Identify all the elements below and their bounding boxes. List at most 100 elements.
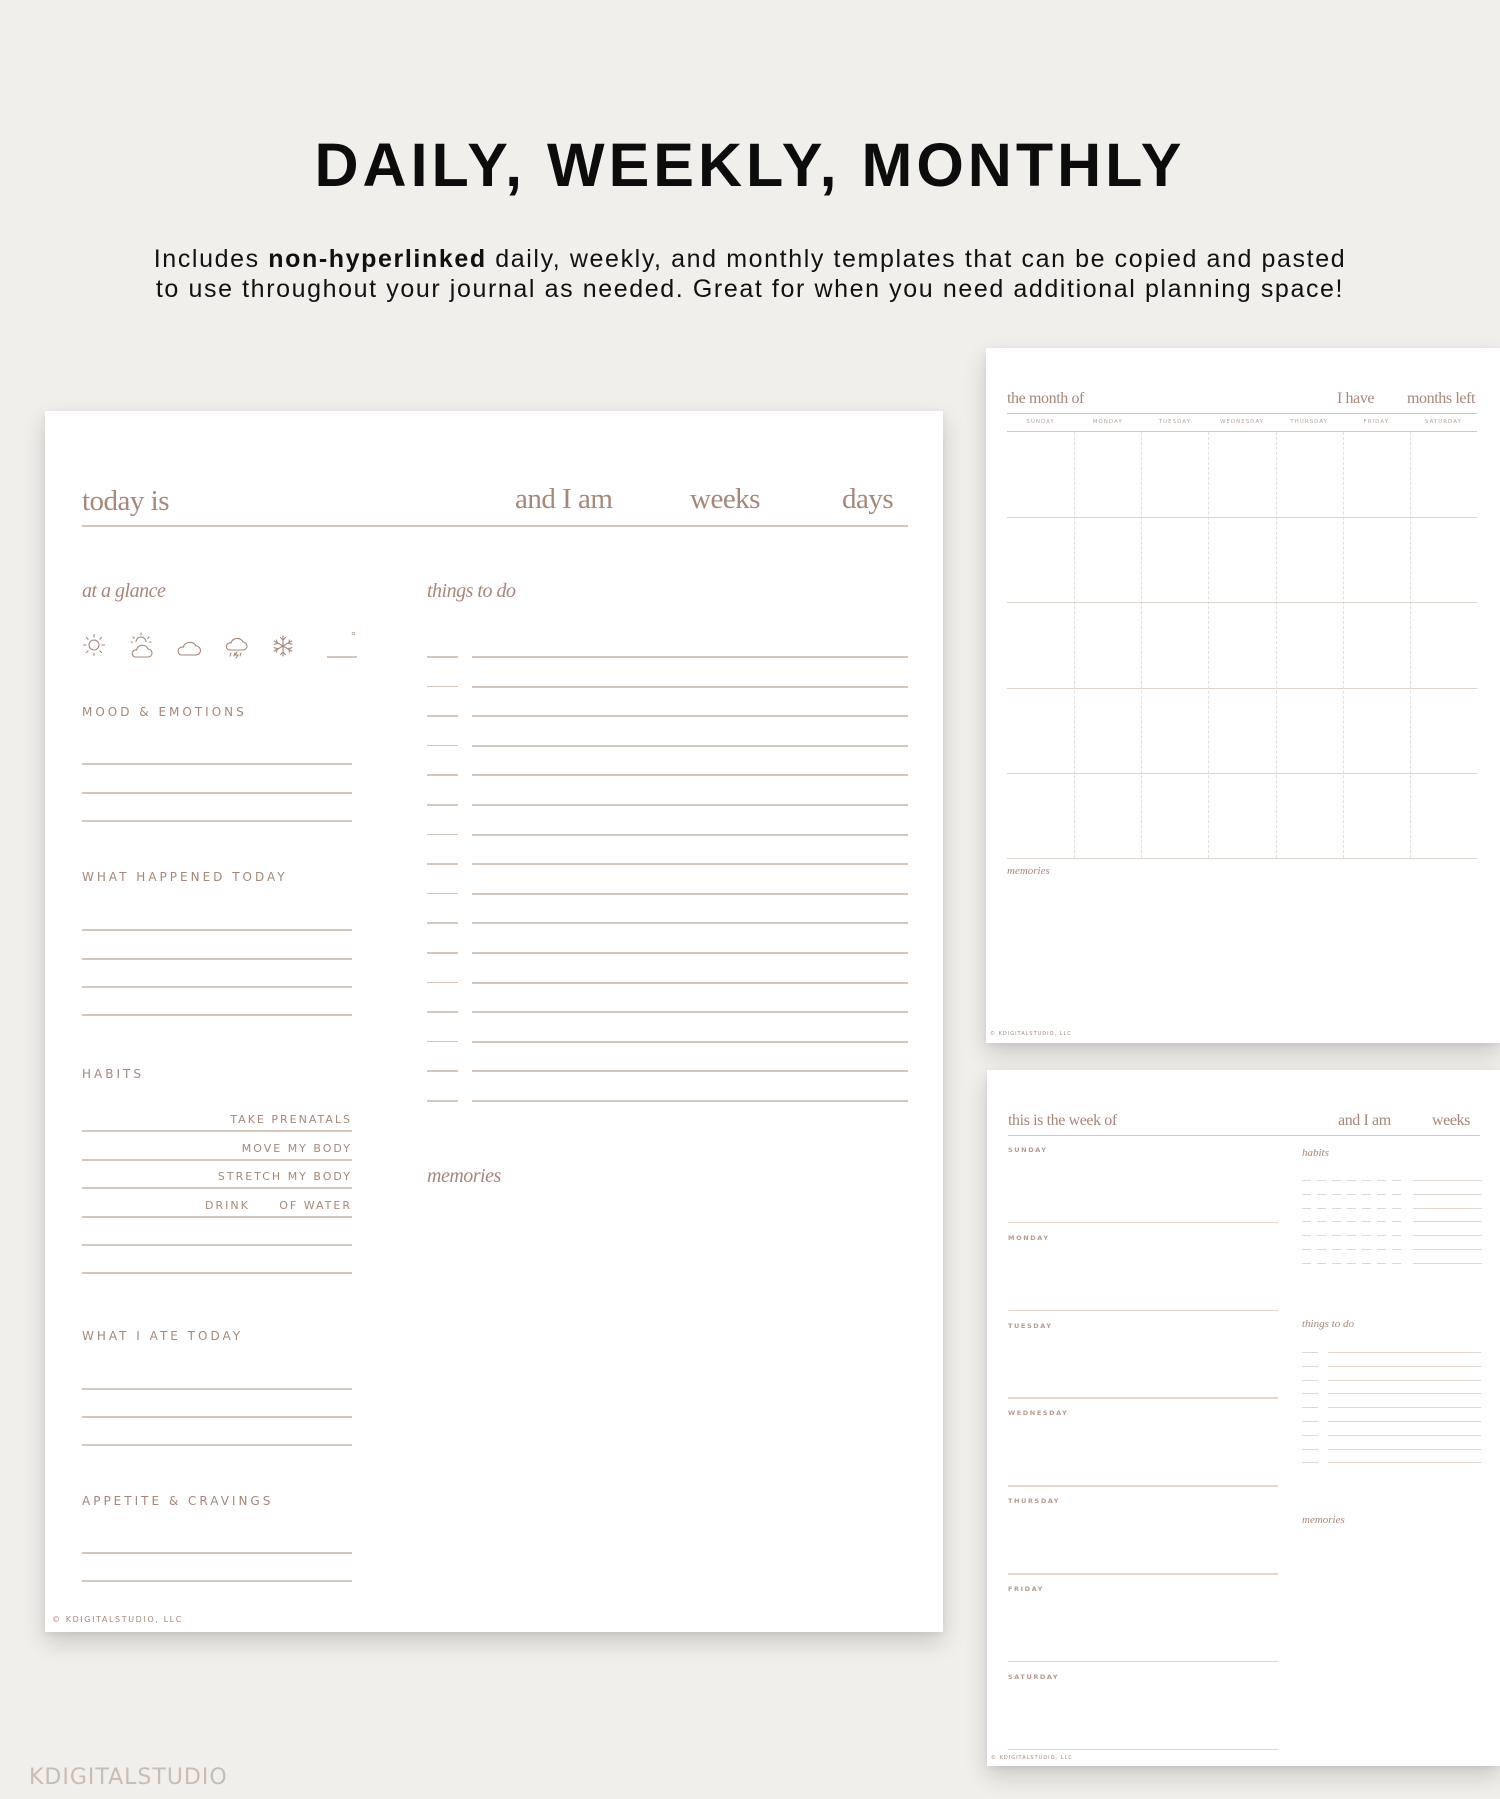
habit-check-dash[interactable] <box>1302 1235 1311 1237</box>
snowflake-icon[interactable] <box>272 635 294 657</box>
calendar-day-cell[interactable] <box>1343 602 1410 687</box>
todo-write-line[interactable] <box>1328 1407 1481 1409</box>
habit-check-dash[interactable] <box>1362 1193 1371 1195</box>
habit-check-dash[interactable] <box>1302 1180 1311 1181</box>
todo-write-line[interactable] <box>1328 1379 1481 1381</box>
weekday-notes-area[interactable] <box>1008 1419 1278 1493</box>
todo-checkbox-dash[interactable] <box>427 715 458 717</box>
calendar-day-cell[interactable] <box>1074 517 1141 602</box>
habit-name-line[interactable] <box>1413 1235 1482 1237</box>
todo-checkbox-dash[interactable] <box>1302 1379 1318 1381</box>
happened-write-line[interactable] <box>82 929 352 931</box>
habit-check-dash[interactable] <box>1362 1235 1371 1237</box>
calendar-day-cell[interactable] <box>1007 517 1074 602</box>
todo-checkbox-dash[interactable] <box>427 774 458 776</box>
calendar-day-cell[interactable] <box>1410 602 1477 687</box>
habit-check-dash[interactable] <box>1347 1180 1356 1181</box>
habit-check-dash[interactable] <box>1362 1207 1371 1209</box>
todo-checkbox-dash[interactable] <box>1302 1407 1318 1409</box>
weekday-notes-area[interactable] <box>1008 1156 1278 1230</box>
habit-name-line[interactable] <box>1413 1249 1482 1250</box>
todo-checkbox-dash[interactable] <box>427 863 458 865</box>
habit-check-dash[interactable] <box>1392 1262 1401 1264</box>
todo-write-line[interactable] <box>472 1070 908 1073</box>
happened-write-line[interactable] <box>82 986 352 988</box>
calendar-day-cell[interactable] <box>1276 773 1343 858</box>
habit-check-dash[interactable] <box>1362 1249 1371 1250</box>
habit-check-dash[interactable] <box>1302 1262 1311 1264</box>
habit-check-dash[interactable] <box>1347 1262 1356 1264</box>
calendar-day-cell[interactable] <box>1141 688 1208 773</box>
habit-name-line[interactable] <box>1413 1207 1482 1209</box>
habit-check-dash[interactable] <box>1332 1207 1341 1209</box>
calendar-day-cell[interactable] <box>1208 432 1275 517</box>
calendar-day-cell[interactable] <box>1343 688 1410 773</box>
weekday-notes-area[interactable] <box>1008 1244 1278 1318</box>
todo-write-line[interactable] <box>1328 1393 1481 1395</box>
calendar-day-cell[interactable] <box>1007 432 1074 517</box>
weekday-notes-area[interactable] <box>1008 1332 1278 1406</box>
todo-checkbox-dash[interactable] <box>1302 1462 1318 1464</box>
sun-icon[interactable] <box>82 633 106 657</box>
calendar-day-cell[interactable] <box>1007 602 1074 687</box>
memories-area[interactable] <box>1302 1532 1480 1732</box>
calendar-day-cell[interactable] <box>1074 688 1141 773</box>
habit-check-dash[interactable] <box>1362 1221 1371 1223</box>
habit-check-dash[interactable] <box>1317 1180 1326 1181</box>
habit-check-dash[interactable] <box>1347 1193 1356 1195</box>
habit-write-line[interactable] <box>82 1159 352 1161</box>
habit-check-dash[interactable] <box>1392 1249 1401 1250</box>
calendar-day-cell[interactable] <box>1007 688 1074 773</box>
calendar-day-cell[interactable] <box>1410 688 1477 773</box>
habit-write-line[interactable] <box>82 1244 352 1246</box>
happened-write-line[interactable] <box>82 1014 352 1016</box>
habit-check-dash[interactable] <box>1302 1193 1311 1195</box>
mood-write-line[interactable] <box>82 792 352 794</box>
todo-checkbox-dash[interactable] <box>1302 1421 1318 1422</box>
habit-check-dash[interactable] <box>1377 1235 1386 1237</box>
happened-write-line[interactable] <box>82 958 352 960</box>
calendar-day-cell[interactable] <box>1276 517 1343 602</box>
todo-checkbox-dash[interactable] <box>1302 1448 1318 1450</box>
habit-check-dash[interactable] <box>1317 1262 1326 1264</box>
memories-area[interactable] <box>427 1201 908 1581</box>
appetite-write-line[interactable] <box>82 1552 352 1554</box>
todo-checkbox-dash[interactable] <box>427 981 458 984</box>
appetite-write-line[interactable] <box>82 1580 352 1582</box>
habit-write-line[interactable] <box>82 1216 352 1218</box>
habit-check-dash[interactable] <box>1377 1249 1386 1250</box>
ate-write-line[interactable] <box>82 1444 352 1446</box>
ate-write-line[interactable] <box>82 1416 352 1418</box>
habit-check-dash[interactable] <box>1347 1249 1356 1250</box>
habit-check-dash[interactable] <box>1317 1235 1326 1237</box>
todo-write-line[interactable] <box>1328 1365 1481 1367</box>
calendar-day-cell[interactable] <box>1208 517 1275 602</box>
storm-icon[interactable] <box>224 636 248 660</box>
habit-check-dash[interactable] <box>1347 1221 1356 1223</box>
calendar-day-cell[interactable] <box>1074 432 1141 517</box>
habit-name-line[interactable] <box>1413 1193 1482 1195</box>
todo-write-line[interactable] <box>472 804 908 806</box>
partly-cloudy-icon[interactable] <box>128 631 154 659</box>
calendar-day-cell[interactable] <box>1141 602 1208 687</box>
habit-check-dash[interactable] <box>1392 1221 1401 1223</box>
calendar-day-cell[interactable] <box>1343 432 1410 517</box>
calendar-day-cell[interactable] <box>1208 773 1275 858</box>
temperature-field[interactable] <box>327 656 357 658</box>
todo-write-line[interactable] <box>1328 1421 1481 1422</box>
todo-write-line[interactable] <box>472 922 908 925</box>
todo-write-line[interactable] <box>472 774 908 777</box>
todo-write-line[interactable] <box>472 685 908 688</box>
calendar-day-cell[interactable] <box>1074 773 1141 858</box>
calendar-day-cell[interactable] <box>1208 688 1275 773</box>
mood-write-line[interactable] <box>82 820 352 822</box>
todo-checkbox-dash[interactable] <box>427 1070 458 1072</box>
calendar-day-cell[interactable] <box>1074 602 1141 687</box>
habit-check-dash[interactable] <box>1302 1221 1311 1223</box>
todo-checkbox-dash[interactable] <box>1302 1434 1318 1436</box>
calendar-day-cell[interactable] <box>1276 432 1343 517</box>
todo-write-line[interactable] <box>472 952 908 954</box>
habit-write-line[interactable] <box>82 1272 352 1274</box>
habit-check-dash[interactable] <box>1392 1193 1401 1195</box>
todo-checkbox-dash[interactable] <box>427 804 458 806</box>
